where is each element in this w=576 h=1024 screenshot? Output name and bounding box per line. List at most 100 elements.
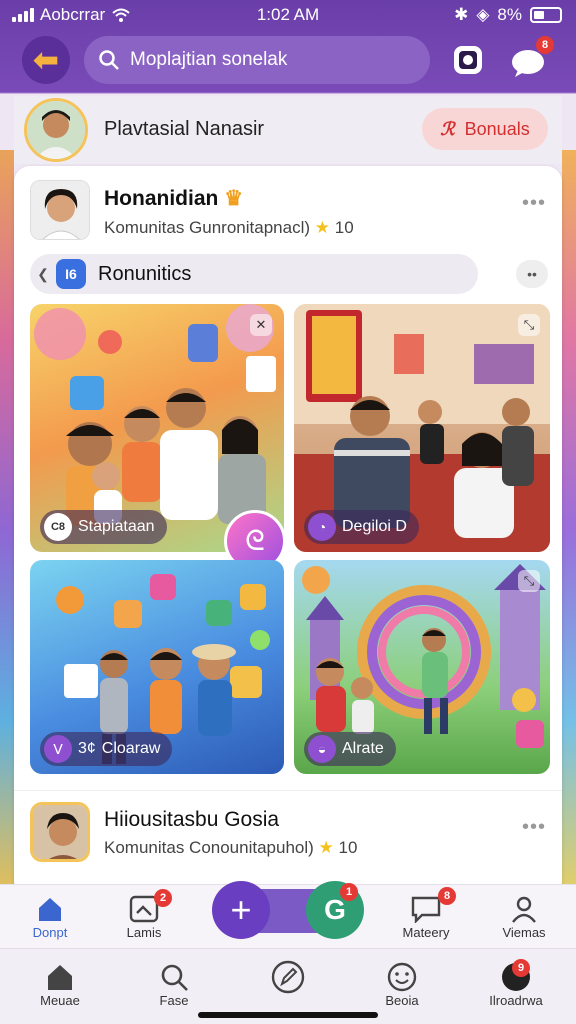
- tab-mateery-badge: 8: [438, 887, 456, 905]
- nav-create[interactable]: [248, 960, 328, 994]
- post-count: 10: [334, 218, 354, 237]
- feed-card: Honanidian ♛ Komunitas Gunronitapnacl) ★…: [14, 166, 562, 896]
- smiley-icon: [387, 962, 417, 992]
- user-name: Plavtasial Nanasir: [104, 118, 265, 140]
- battery-text: 8%: [497, 5, 522, 24]
- tile-4-expand-icon[interactable]: ⤡: [518, 570, 540, 592]
- media-tile-2[interactable]: ⤡ ◔ Degiloi D: [294, 304, 550, 552]
- post2-subtitle-text: Komunitas Conounitapuhol): [104, 838, 314, 857]
- tab-lamis-badge: 2: [154, 889, 172, 907]
- post-subtitle-text: Komunitas Gunronitapnacl): [104, 218, 311, 237]
- community-more-button[interactable]: ••: [516, 260, 548, 288]
- nav-fase-label: Fase: [159, 993, 189, 1008]
- nav-beoia-label: Beoia: [385, 993, 419, 1008]
- post-more-button[interactable]: •••: [522, 192, 546, 215]
- message-icon: [411, 896, 441, 923]
- profile-icon: [512, 896, 536, 923]
- nav-meuae[interactable]: Meuae: [20, 961, 100, 1008]
- nav-ilroadrwa[interactable]: 9 Ilroadrwa: [476, 959, 556, 1008]
- nav-meuae-label: Meuae: [40, 993, 80, 1008]
- post-avatar[interactable]: [30, 180, 90, 240]
- gift-icon: ℛ: [440, 118, 455, 139]
- g-app-button[interactable]: G1: [306, 881, 364, 939]
- tile-1-tag-text: Stapiataan: [78, 518, 155, 535]
- g-app-badge: 1: [340, 883, 358, 901]
- post2-title[interactable]: Hiiousitasbu Gosia: [104, 808, 279, 832]
- cake-icon: ♛: [224, 187, 244, 210]
- search-icon: [161, 964, 188, 991]
- tile-1-tag: C8 Stapiataan: [40, 510, 167, 544]
- messages-button[interactable]: 8: [510, 36, 554, 78]
- tile-3-tag: ᐯ 3¢ Cloaraw: [40, 732, 173, 766]
- tile-2-tag-text: Degiloi D: [342, 518, 407, 535]
- post-subtitle: Komunitas Gunronitapnacl) ★ 10: [104, 218, 354, 238]
- star-icon: ★: [314, 218, 330, 237]
- tile-4-tag-text: Alrate: [342, 740, 384, 757]
- status-right: ✱ ◈ 8%: [454, 5, 562, 25]
- compose-icon: [271, 960, 305, 994]
- tile-4-tag: ◒ Alrate: [304, 732, 396, 766]
- tile-3-tag-prefix: 3¢: [78, 740, 96, 757]
- post-title-text: Honanidian: [104, 187, 219, 210]
- nav-ilroadrwa-label: Ilroadrwa: [489, 993, 543, 1008]
- community-badge: I6: [56, 259, 86, 289]
- tab-bar-top: Donpt 2 Lamis + G1 8 Mateery Viemas: [0, 881, 576, 948]
- messages-badge: 8: [536, 36, 554, 54]
- user-avatar[interactable]: [24, 98, 88, 162]
- community-label: Ronunitics: [98, 262, 192, 285]
- left-gradient-edge: [0, 150, 14, 910]
- nav-fase[interactable]: Fase: [134, 961, 214, 1008]
- home-indicator[interactable]: [198, 1012, 378, 1018]
- tile-3-tag-icon: ᐯ: [44, 735, 72, 763]
- create-post-button[interactable]: +: [212, 881, 270, 939]
- nav-ilroadrwa-badge: 9: [512, 959, 530, 977]
- location-icon: ◈: [476, 5, 490, 24]
- media-tile-3[interactable]: ᐯ 3¢ Cloaraw: [30, 560, 284, 774]
- right-gradient-edge: [562, 150, 576, 910]
- tab-donpt-label: Donpt: [32, 925, 68, 940]
- user-bar: Plavtasial Nanasir ℛ Bonuals: [14, 96, 562, 164]
- tile-1-tag-icon: C8: [44, 513, 72, 541]
- bluetooth-icon: ✱: [454, 5, 469, 24]
- bonus-button[interactable]: ℛ Bonuals: [422, 108, 548, 150]
- back-button[interactable]: ⬅: [22, 36, 70, 84]
- swirl-icon: ᘓ: [245, 524, 265, 556]
- top-bar: ⬅ Moplajtian sonelak 8: [0, 34, 576, 90]
- tile-3-tag-text: Cloaraw: [101, 740, 161, 757]
- community-chip[interactable]: ❮ I6 Ronunitics: [30, 254, 478, 294]
- tab-lamis[interactable]: 2 Lamis: [104, 889, 184, 940]
- tile-1-close-icon[interactable]: ✕: [250, 314, 272, 336]
- tab-mateery-label: Mateery: [402, 925, 450, 940]
- plus-icon: +: [230, 889, 252, 930]
- tab-lamis-label: Lamis: [126, 925, 162, 940]
- tile-2-tag: ◔ Degiloi D: [304, 510, 419, 544]
- tab-donpt[interactable]: Donpt: [10, 893, 90, 940]
- tile-2-tag-icon: ◔: [308, 513, 336, 541]
- media-tile-4[interactable]: ⤡ ◒ Alrate: [294, 560, 550, 774]
- search-input[interactable]: Moplajtian sonelak: [84, 36, 430, 84]
- post2-more-button[interactable]: •••: [522, 816, 546, 839]
- bonus-label: Bonuals: [464, 118, 530, 139]
- back-arrow-icon: ⬅: [33, 43, 59, 77]
- post-title[interactable]: Honanidian ♛: [104, 186, 243, 211]
- battery-icon: [530, 7, 562, 23]
- tile-4-tag-icon: ◒: [308, 735, 336, 763]
- divider: [14, 790, 562, 791]
- house-icon: [48, 965, 72, 990]
- post2-count: 10: [338, 838, 358, 857]
- tab-viemas[interactable]: Viemas: [484, 893, 564, 940]
- status-bar: Aobcrrar 1:02 AM ✱ ◈ 8%: [0, 0, 576, 30]
- camera-button[interactable]: [448, 40, 488, 80]
- nav-beoia[interactable]: Beoia: [362, 961, 442, 1008]
- camera-icon: [454, 46, 482, 74]
- tile-2-expand-icon[interactable]: ⤡: [518, 314, 540, 336]
- tab-mateery[interactable]: 8 Mateery: [386, 887, 466, 940]
- chevron-left-icon: ❮: [37, 265, 49, 282]
- post2-avatar[interactable]: [30, 802, 90, 862]
- star-icon: ★: [318, 838, 334, 857]
- search-placeholder: Moplajtian sonelak: [130, 49, 288, 70]
- home-icon: [39, 898, 61, 921]
- post2-subtitle: Komunitas Conounitapuhol) ★ 10: [104, 838, 357, 858]
- tab-viemas-label: Viemas: [502, 925, 546, 940]
- search-icon: [99, 50, 119, 70]
